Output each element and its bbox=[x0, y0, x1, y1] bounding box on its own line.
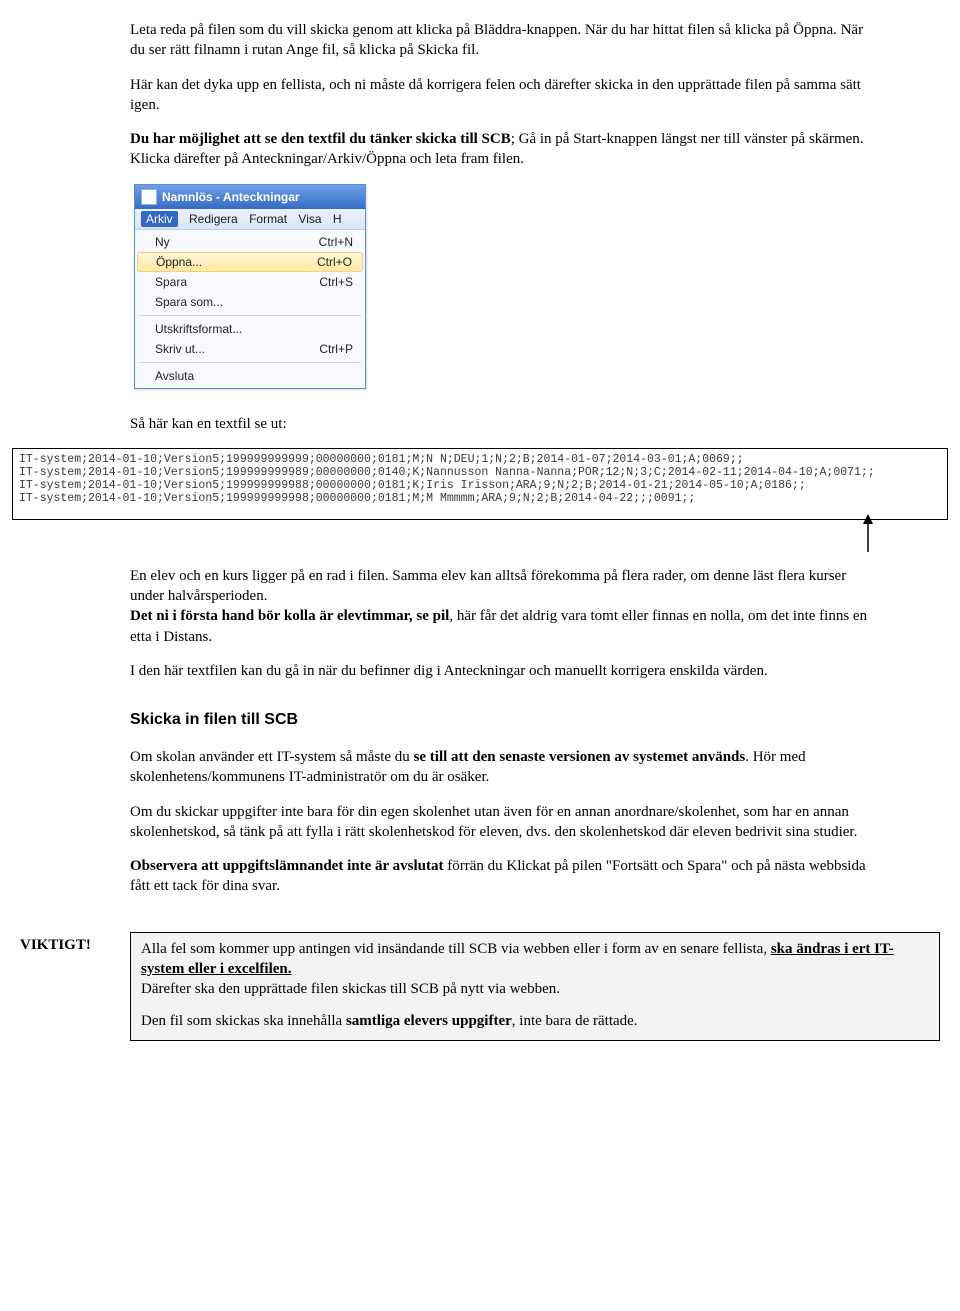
menu-item-label: Öppna... bbox=[156, 255, 202, 269]
textfile-line: IT-system;2014-01-10;Version5;1999999999… bbox=[19, 492, 695, 505]
bold-text: se till att den senaste versionen av sys… bbox=[414, 749, 746, 765]
notepad-window: Namnlös - Anteckningar Arkiv Redigera Fo… bbox=[134, 184, 366, 389]
bold-lead: Du har möjlighet att se den textfil du t… bbox=[130, 131, 511, 147]
menu-item-utskriftsformat[interactable]: Utskriftsformat... bbox=[135, 319, 365, 339]
menu-separator bbox=[139, 315, 361, 316]
menu-item-oppna[interactable]: Öppna... Ctrl+O bbox=[137, 252, 363, 272]
paragraph: En elev och en kurs ligger på en rad i f… bbox=[130, 566, 880, 647]
paragraph: Observera att uppgiftslämnandet inte är … bbox=[130, 856, 880, 897]
menu-item-shortcut: Ctrl+O bbox=[317, 255, 352, 269]
menu-item-shortcut: Ctrl+S bbox=[319, 275, 353, 289]
paragraph: Om du skickar uppgifter inte bara för di… bbox=[130, 802, 880, 843]
paragraph: I den här textfilen kan du gå in när du … bbox=[130, 661, 880, 681]
important-callout: VIKTIGT! Alla fel som kommer upp antinge… bbox=[20, 932, 940, 1041]
callout-paragraph: Den fil som skickas ska innehålla samtli… bbox=[141, 1011, 929, 1031]
text: Alla fel som kommer upp antingen vid ins… bbox=[141, 941, 771, 957]
menu-redigera[interactable]: Redigera bbox=[189, 212, 238, 226]
paragraph: Leta reda på filen som du vill skicka ge… bbox=[130, 20, 880, 61]
menu-format[interactable]: Format bbox=[249, 212, 287, 226]
menu-item-avsluta[interactable]: Avsluta bbox=[135, 366, 365, 386]
textfile-line: IT-system;2014-01-10;Version5;1999999999… bbox=[19, 453, 744, 466]
text: En elev och en kurs ligger på en rad i f… bbox=[130, 568, 846, 604]
notepad-menubar: Arkiv Redigera Format Visa H bbox=[135, 209, 365, 230]
arrow-annotation bbox=[12, 520, 948, 556]
callout-box: Alla fel som kommer upp antingen vid ins… bbox=[130, 932, 940, 1041]
menu-item-shortcut: Ctrl+P bbox=[319, 342, 353, 356]
menu-item-ny[interactable]: Ny Ctrl+N bbox=[135, 232, 365, 252]
notepad-titlebar: Namnlös - Anteckningar bbox=[135, 185, 365, 209]
paragraph: Du har möjlighet att se den textfil du t… bbox=[130, 129, 880, 170]
bold-text: samtliga elevers uppgifter bbox=[346, 1013, 512, 1029]
menu-item-label: Avsluta bbox=[155, 369, 194, 383]
menu-visa[interactable]: Visa bbox=[298, 212, 321, 226]
bold-text: Observera att uppgiftslämnandet inte är … bbox=[130, 858, 443, 874]
textfile-line: IT-system;2014-01-10;Version5;1999999999… bbox=[19, 479, 806, 492]
textfile-caption: Så här kan en textfil se ut: bbox=[130, 414, 880, 434]
menu-item-spara[interactable]: Spara Ctrl+S bbox=[135, 272, 365, 292]
notepad-dropdown: Ny Ctrl+N Öppna... Ctrl+O Spara Ctrl+S S… bbox=[135, 230, 365, 388]
notepad-app-icon bbox=[141, 189, 157, 205]
menu-item-shortcut: Ctrl+N bbox=[319, 235, 353, 249]
menu-item-skriv-ut[interactable]: Skriv ut... Ctrl+P bbox=[135, 339, 365, 359]
text: Om skolan använder ett IT-system så måst… bbox=[130, 749, 414, 765]
text: , inte bara de rättade. bbox=[512, 1013, 638, 1029]
bold-text: Det ni i första hand bör kolla är elevti… bbox=[130, 608, 449, 624]
menu-arkiv[interactable]: Arkiv bbox=[141, 211, 178, 227]
callout-paragraph: Alla fel som kommer upp antingen vid ins… bbox=[141, 939, 929, 1000]
paragraph: Här kan det dyka upp en fellista, och ni… bbox=[130, 75, 880, 116]
section-heading: Skicka in filen till SCB bbox=[130, 711, 880, 729]
arrow-up-icon bbox=[848, 514, 888, 554]
menu-item-label: Spara bbox=[155, 275, 187, 289]
menu-item-label: Spara som... bbox=[155, 295, 223, 309]
textfile-line: IT-system;2014-01-10;Version5;1999999999… bbox=[19, 466, 875, 479]
menu-item-label: Skriv ut... bbox=[155, 342, 205, 356]
callout-label: VIKTIGT! bbox=[20, 932, 130, 954]
notepad-title-text: Namnlös - Anteckningar bbox=[162, 190, 300, 204]
menu-item-label: Utskriftsformat... bbox=[155, 322, 242, 336]
textfile-example-box: IT-system;2014-01-10;Version5;1999999999… bbox=[12, 448, 948, 520]
menu-separator bbox=[139, 362, 361, 363]
text: Därefter ska den upprättade filen skicka… bbox=[141, 981, 560, 997]
menu-item-label: Ny bbox=[155, 235, 170, 249]
paragraph: Om skolan använder ett IT-system så måst… bbox=[130, 747, 880, 788]
menu-h[interactable]: H bbox=[333, 212, 342, 226]
menu-item-spara-som[interactable]: Spara som... bbox=[135, 292, 365, 312]
text: Den fil som skickas ska innehålla bbox=[141, 1013, 346, 1029]
